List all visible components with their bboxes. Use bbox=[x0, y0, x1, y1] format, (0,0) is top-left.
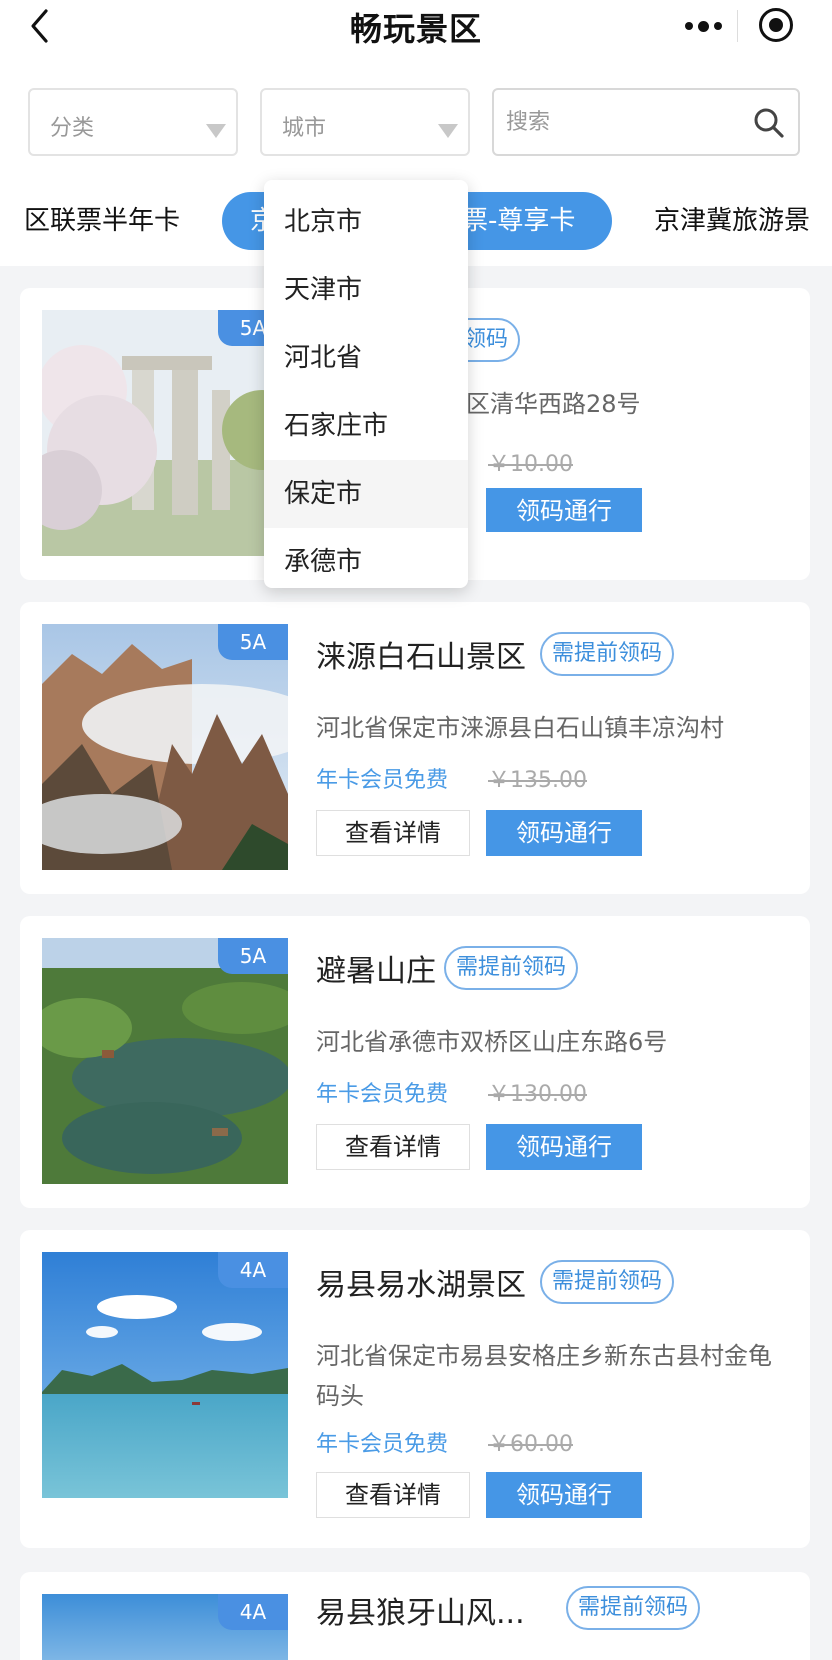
scenic-card[interactable]: 4A 易县狼牙山风... 需提前领码 bbox=[20, 1572, 810, 1660]
view-detail-button[interactable]: 查看详情 bbox=[316, 1472, 470, 1518]
ruins-blossom-image bbox=[42, 310, 288, 556]
claim-pass-button[interactable]: 领码通行 bbox=[486, 1472, 642, 1518]
view-detail-button[interactable]: 查看详情 bbox=[316, 1124, 470, 1170]
grade-badge: 4A bbox=[218, 1252, 288, 1288]
more-dot-icon bbox=[684, 22, 693, 30]
claim-pass-button[interactable]: 领码通行 bbox=[486, 810, 642, 856]
member-free-text: 年卡会员免费 bbox=[316, 1082, 449, 1107]
scenic-image: 5A bbox=[42, 624, 288, 870]
more-dot-icon bbox=[713, 22, 722, 30]
city-option[interactable]: 天津市 bbox=[264, 256, 468, 324]
caret-down-icon bbox=[438, 124, 458, 138]
pre-claim-tag: 需提前领码 bbox=[566, 1586, 701, 1630]
city-option[interactable]: 河北省 bbox=[264, 324, 468, 392]
city-filter-label: 城市 bbox=[282, 116, 327, 141]
grade-badge: 5A bbox=[218, 938, 288, 974]
scenic-card[interactable]: 5A 涞源白石山景区 需提前领码 河北省保定市涞源县白石山镇丰凉沟村 年卡会员免… bbox=[20, 602, 810, 894]
pre-claim-tag: 需提前领码 bbox=[444, 946, 579, 990]
scenic-image: 5A bbox=[42, 310, 288, 556]
misty-mountains-image bbox=[42, 624, 288, 870]
city-option[interactable]: 北京市 bbox=[264, 188, 468, 256]
address-text: 区清华西路28号 bbox=[466, 390, 641, 418]
search-input[interactable] bbox=[506, 104, 726, 140]
scenic-image: 4A bbox=[42, 1252, 288, 1498]
grade-badge: 5A bbox=[218, 624, 288, 660]
original-price: ￥135.00 bbox=[488, 768, 587, 793]
lake-sky-image bbox=[42, 1252, 288, 1498]
pre-claim-tag: 需提前领码 bbox=[540, 632, 675, 676]
category-filter-label: 分类 bbox=[50, 116, 95, 141]
more-dot-icon bbox=[697, 20, 709, 32]
address-text: 河北省保定市易县安格庄乡新东古县村金龟码头 bbox=[316, 1342, 772, 1410]
search-box bbox=[492, 88, 800, 156]
original-price: ￥130.00 bbox=[488, 1082, 587, 1107]
view-detail-button[interactable]: 查看详情 bbox=[316, 810, 470, 856]
address-text: 河北省承德市双桥区山庄东路6号 bbox=[316, 1028, 668, 1056]
pre-claim-tag: 需提前领码 bbox=[540, 1260, 675, 1304]
category-filter[interactable]: 分类 bbox=[28, 88, 238, 156]
tab-item[interactable]: 区联票半年卡 bbox=[24, 192, 180, 250]
lake-resort-image bbox=[42, 938, 288, 1184]
grade-badge: 4A bbox=[218, 1594, 288, 1630]
claim-pass-button[interactable]: 领码通行 bbox=[486, 1124, 642, 1170]
original-price: ￥60.00 bbox=[488, 1432, 573, 1457]
city-filter[interactable]: 城市 bbox=[260, 88, 470, 156]
nav-bar: 畅玩景区 bbox=[0, 0, 832, 56]
city-option-highlighted[interactable]: 保定市 bbox=[264, 460, 468, 528]
more-menu-button[interactable] bbox=[675, 12, 731, 40]
tab-item[interactable]: 京津冀旅游景 bbox=[654, 192, 810, 250]
city-option[interactable]: 承德市 bbox=[264, 528, 468, 588]
tab-label: 票-尊享卡 bbox=[462, 206, 576, 236]
close-mini-program-icon[interactable] bbox=[759, 8, 793, 42]
city-option[interactable]: 石家庄市 bbox=[264, 392, 468, 460]
mini-program-capsule bbox=[655, 0, 813, 52]
scenic-name: 易县易水湖景区 bbox=[316, 1268, 526, 1303]
scenic-card[interactable]: 5A 避暑山庄 需提前领码 河北省承德市双桥区山庄东路6号 年卡会员免费 ￥13… bbox=[20, 916, 810, 1208]
member-free-text: 年卡会员免费 bbox=[316, 768, 449, 793]
capsule-divider bbox=[737, 10, 738, 42]
address-text: 河北省保定市涞源县白石山镇丰凉沟村 bbox=[316, 714, 724, 742]
caret-down-icon bbox=[206, 124, 226, 138]
scenic-name: 易县狼牙山风... bbox=[316, 1596, 525, 1631]
scenic-card[interactable]: 4A 易县易水湖景区 需提前领码 河北省保定市易县安格庄乡新东古县村金龟码头 年… bbox=[20, 1230, 810, 1548]
scenic-image: 4A bbox=[42, 1594, 288, 1660]
original-price: ￥10.00 bbox=[488, 452, 573, 477]
claim-pass-button[interactable]: 领码通行 bbox=[486, 488, 642, 532]
scenic-name: 避暑山庄 bbox=[316, 954, 436, 989]
scenic-name: 涞源白石山景区 bbox=[316, 640, 526, 675]
scenic-image: 5A bbox=[42, 938, 288, 1184]
search-icon[interactable] bbox=[752, 106, 786, 140]
member-free-text: 年卡会员免费 bbox=[316, 1432, 449, 1457]
city-dropdown: 北京市 天津市 河北省 石家庄市 保定市 承德市 bbox=[264, 180, 468, 588]
